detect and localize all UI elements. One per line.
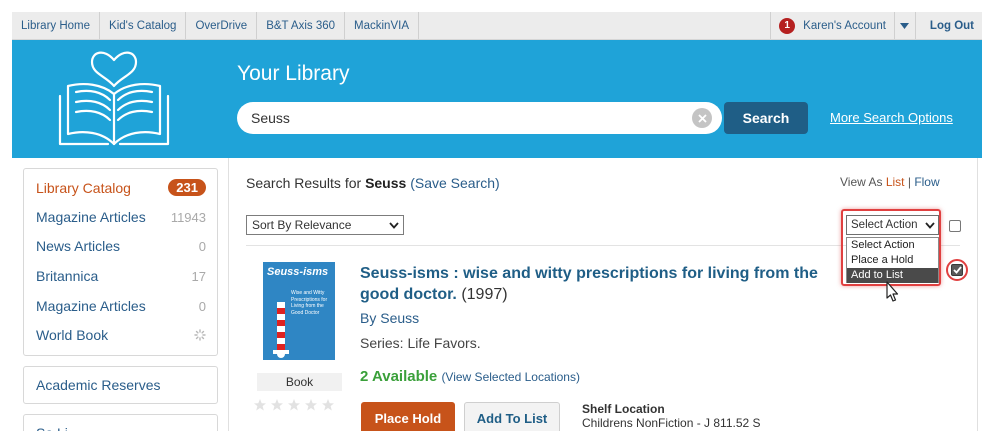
sidebar-item-label: News Articles xyxy=(36,238,121,254)
account-dropdown-button[interactable] xyxy=(893,12,916,39)
item-series: Series: Life Favors. xyxy=(360,335,481,351)
place-hold-button[interactable]: Place Hold xyxy=(361,402,455,431)
site-header: Your Library Search More Search Options xyxy=(12,40,982,158)
top-nav: Library Home Kid's Catalog OverDrive B&T… xyxy=(12,12,982,40)
site-title: Your Library xyxy=(237,62,350,85)
sidebar-item-magazine-articles-2[interactable]: Magazine Articles 0 xyxy=(36,298,206,314)
results-heading: Search Results for Seuss (Save Search) xyxy=(246,175,500,191)
chevron-down-icon xyxy=(389,221,399,229)
availability-status: 2 Available (View Selected Locations) xyxy=(360,368,580,385)
view-as-toggle: View As List | Flow xyxy=(840,175,940,189)
results-prefix: Search Results for xyxy=(246,175,362,191)
nav-bt-axis-360[interactable]: B&T Axis 360 xyxy=(257,12,346,39)
page: Library Home Kid's Catalog OverDrive B&T… xyxy=(0,0,982,431)
logout-link[interactable]: Log Out xyxy=(916,12,982,39)
cover-subtitle: Wise and Witty Prescriptions for Living … xyxy=(291,290,328,316)
nav-library-home[interactable]: Library Home xyxy=(12,12,101,39)
sidebar-item-library-catalog[interactable]: Library Catalog 231 xyxy=(36,179,206,196)
view-flow-link[interactable]: Flow xyxy=(914,175,939,189)
caret-down-icon xyxy=(900,22,910,29)
sort-select[interactable]: Sort By Relevance xyxy=(246,215,404,235)
cover-title: Seuss-isms xyxy=(267,266,329,278)
view-separator: | xyxy=(907,175,911,189)
mouse-pointer-icon xyxy=(886,281,899,302)
sidebar-item-count: 17 xyxy=(191,268,206,284)
view-selected-locations-link[interactable]: (View Selected Locations) xyxy=(441,370,580,384)
sidebar-item-label: Library Catalog xyxy=(36,179,131,196)
action-dropdown-menu: Select Action Place a Hold Add to List xyxy=(846,237,939,283)
item-title-link[interactable]: Seuss-isms : wise and witty prescription… xyxy=(360,265,818,303)
nav-overdrive[interactable]: OverDrive xyxy=(186,12,258,39)
item-year: (1997) xyxy=(461,286,508,303)
nav-mackinvia[interactable]: MackinVIA xyxy=(345,12,419,39)
chevron-down-icon xyxy=(925,221,935,229)
checkmark-icon xyxy=(952,266,962,274)
item-author-link[interactable]: By Seuss xyxy=(360,310,419,326)
select-all-checkbox[interactable] xyxy=(949,220,961,232)
action-option-place-hold[interactable]: Place a Hold xyxy=(847,253,938,268)
shelf-location-label: Shelf Location xyxy=(582,402,665,416)
sidebar-item-label: Magazine Articles xyxy=(36,298,146,314)
action-select-value: Select Action xyxy=(851,219,918,231)
library-book-heart-logo-icon[interactable] xyxy=(54,44,174,150)
action-select[interactable]: Select Action xyxy=(846,215,939,235)
sidebar-item-count: 0 xyxy=(198,238,206,254)
search-input[interactable] xyxy=(251,110,692,126)
availability-count: 2 Available xyxy=(360,368,438,385)
sidebar-item-news-articles[interactable]: News Articles 0 xyxy=(36,238,206,254)
clear-search-button[interactable] xyxy=(692,108,712,128)
sidebar-item-count: 231 xyxy=(168,179,206,196)
close-icon xyxy=(697,113,707,123)
view-list-link[interactable]: List xyxy=(886,175,905,189)
nav-kids-catalog[interactable]: Kid's Catalog xyxy=(100,12,187,39)
save-search-link[interactable]: (Save Search) xyxy=(410,175,499,191)
sidebar-item-count: 11943 xyxy=(170,209,206,225)
item-select-checkbox[interactable] xyxy=(951,264,963,276)
view-as-label: View As xyxy=(840,175,883,189)
star-icon[interactable] xyxy=(321,398,335,412)
format-label: Book xyxy=(257,373,342,391)
shelf-location-value: Childrens NonFiction - J 811.52 S xyxy=(582,416,761,430)
book-cover-image[interactable]: Seuss-isms Wise and Witty Prescriptions … xyxy=(263,262,335,360)
action-option-select-action[interactable]: Select Action xyxy=(847,238,938,253)
add-to-list-button[interactable]: Add To List xyxy=(464,402,560,431)
star-icon[interactable] xyxy=(304,398,318,412)
account-label[interactable]: Karen's Account xyxy=(803,20,886,32)
sidebar-partial-box: Sa Li xyxy=(23,414,218,431)
sidebar-sources: Library Catalog 231 Magazine Articles 11… xyxy=(23,168,218,356)
star-icon[interactable] xyxy=(270,398,284,412)
notification-badge[interactable]: 1 xyxy=(779,17,796,34)
account-menu[interactable]: 1 Karen's Account xyxy=(770,12,894,39)
sort-select-value: Sort By Relevance xyxy=(252,218,352,232)
loading-spinner-icon xyxy=(194,329,206,341)
sidebar-item-label: Britannica xyxy=(36,268,99,284)
results-query: Seuss xyxy=(365,175,407,191)
academic-reserves-link[interactable]: Academic Reserves xyxy=(23,366,218,404)
sidebar-item-count: 0 xyxy=(198,298,206,314)
sidebar-item-label: World Book xyxy=(36,327,109,343)
star-rating[interactable] xyxy=(253,398,335,412)
sidebar-item-world-book[interactable]: World Book xyxy=(36,327,206,343)
star-icon[interactable] xyxy=(287,398,301,412)
star-icon[interactable] xyxy=(253,398,267,412)
search-box xyxy=(237,102,722,134)
sidebar-item-label: Magazine Articles xyxy=(36,209,146,225)
more-search-options-link[interactable]: More Search Options xyxy=(830,110,953,125)
sidebar-item-magazine-articles[interactable]: Magazine Articles 11943 xyxy=(36,209,206,225)
item-title: Seuss-isms : wise and witty prescription… xyxy=(360,263,845,305)
search-button[interactable]: Search xyxy=(724,102,808,134)
sidebar-item-britannica[interactable]: Britannica 17 xyxy=(36,268,206,284)
